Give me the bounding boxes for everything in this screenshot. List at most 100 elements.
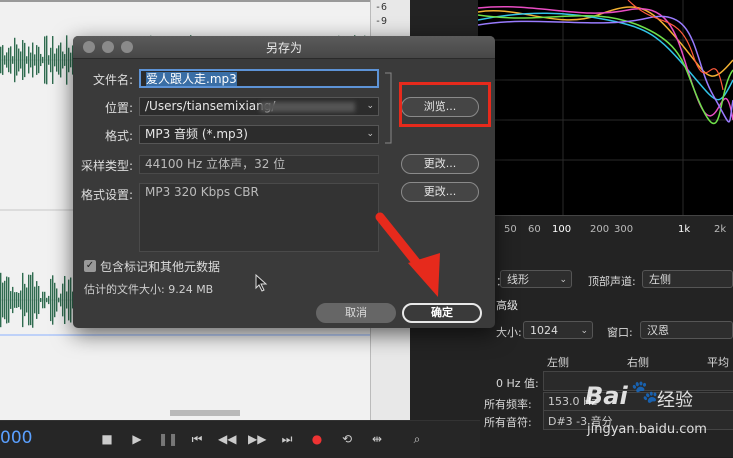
waveform-bar [22, 40, 24, 80]
waveform-bar [36, 281, 38, 319]
chevron-down-icon: ⌄ [366, 129, 374, 139]
record-icon[interactable]: ● [308, 430, 326, 448]
waveform-bar [24, 42, 26, 78]
frequency-axis: 40 50 60 100 200 300 1k 2k [478, 215, 733, 242]
waveform-bar [14, 37, 16, 83]
freq-label: 300 [614, 224, 634, 235]
zero-hz-label: 0 Hz 值: [496, 377, 539, 390]
waveform-bar [20, 51, 22, 69]
waveform-bar [36, 45, 38, 75]
shape-value: 线形 [507, 273, 529, 286]
waveform-bar [48, 295, 50, 305]
waveform-bar [14, 292, 16, 308]
red-arrow-annotation [375, 212, 440, 297]
filename-label: 文件名: [92, 73, 133, 87]
waveform-bar [24, 283, 26, 317]
ok-button[interactable]: 确定 [402, 303, 482, 323]
format-select[interactable]: MP3 音频 (*.mp3) ⌄ [139, 125, 379, 144]
change-sample-type-button[interactable]: 更改... [401, 154, 479, 174]
shape-select[interactable]: 线形 ⌄ [500, 270, 572, 288]
waveform-bar [70, 277, 72, 323]
zoom-icon[interactable]: ⌕ [408, 430, 426, 448]
waveform-bar [66, 291, 68, 309]
transport-bar: 000 ■ ▶ ❚❚ ⏮ ◀◀ ▶▶ ⏭ ● ⟲ ⇹ ⌕ [0, 420, 480, 458]
waveform-bar [8, 277, 10, 323]
rewind-icon[interactable]: ◀◀ [218, 430, 236, 448]
column-left: 左侧 [547, 356, 569, 369]
time-display: 000 [0, 428, 33, 448]
freq-label: 50 [504, 224, 517, 235]
skip-to-end-icon[interactable]: ⏭ [278, 430, 296, 448]
waveform-bar [28, 46, 30, 74]
ruler-label: -6 [375, 2, 388, 13]
baidu-watermark: Bai 🐾 经验 jingyan.baidu.com [585, 378, 733, 457]
change-format-settings-button[interactable]: 更改... [401, 182, 479, 202]
watermark-url: jingyan.baidu.com [587, 422, 707, 437]
size-select[interactable]: 1024 ⌄ [523, 321, 593, 339]
waveform-bar [60, 293, 62, 307]
format-settings-value: MP3 320 Kbps CBR [145, 185, 259, 199]
sample-type-label: 采样类型: [80, 159, 133, 173]
chevron-down-icon: ⌄ [580, 326, 588, 336]
waveform-bar [66, 35, 68, 85]
include-markers-label[interactable]: 包含标记和其他元数据 [100, 258, 220, 275]
waveform-bar [62, 51, 64, 69]
frequency-graph [478, 0, 733, 215]
fast-forward-icon[interactable]: ▶▶ [248, 430, 266, 448]
play-icon[interactable]: ▶ [128, 430, 146, 448]
advanced-label[interactable]: 高级 [496, 297, 518, 313]
ruler-label: -9 [375, 16, 388, 27]
chevron-down-icon: ⌄ [559, 275, 567, 285]
filename-input[interactable]: 爱人跟人走.mp3 [139, 69, 379, 88]
waveform-bar [52, 36, 54, 84]
skip-to-start-icon[interactable]: ⏮ [188, 430, 206, 448]
size-value: 1024 [530, 324, 558, 337]
include-markers-checkbox[interactable]: ✓ [84, 260, 96, 272]
waveform-bar [28, 274, 30, 326]
waveform-bar [64, 275, 66, 325]
window-label: 窗口: [607, 326, 633, 339]
all-notes-label: 所有音符: [484, 416, 532, 429]
skip-selection-icon[interactable]: ⇹ [368, 430, 386, 448]
waveform-bar [60, 42, 62, 78]
waveform-bar [42, 56, 44, 64]
waveform-bar [22, 272, 24, 328]
blurred-path [260, 102, 355, 112]
waveform-bar [38, 46, 40, 74]
waveform-bar [56, 288, 58, 312]
waveform-bar [54, 282, 56, 318]
browse-highlight-box [399, 82, 491, 127]
loop-icon[interactable]: ⟲ [338, 430, 356, 448]
waveform-bar [8, 47, 10, 73]
sample-type-field: 44100 Hz 立体声，32 位 [139, 155, 379, 174]
waveform-bar [0, 46, 2, 74]
waveform-bar [26, 56, 28, 64]
waveform-bar [68, 47, 70, 73]
waveform-bar [2, 45, 4, 75]
bracket-connector [385, 72, 392, 144]
waveform-bar [48, 55, 50, 65]
window-select[interactable]: 汉恩 [640, 321, 733, 339]
pause-icon[interactable]: ❚❚ [158, 430, 178, 448]
all-frequencies-label: 所有频率: [484, 398, 532, 411]
location-select[interactable]: /Users/tiansemixiang/ ⌄ [139, 97, 379, 116]
waveform-bar [2, 282, 4, 318]
top-channel-select[interactable]: 左侧 [642, 270, 733, 288]
format-settings-field: MP3 320 Kbps CBR [139, 183, 379, 252]
stop-icon[interactable]: ■ [98, 430, 116, 448]
waveform-bar [68, 279, 70, 321]
waveform-bar [34, 54, 36, 66]
paw-icon: 🐾 [631, 380, 659, 405]
waveform-bar [18, 292, 20, 308]
waveform-bar [44, 291, 46, 309]
waveform-bar [16, 44, 18, 76]
filename-value: 爱人跟人走.mp3 [146, 72, 237, 86]
waveform-bar [58, 297, 60, 303]
waveform-bar [70, 52, 72, 68]
waveform-bar [40, 297, 42, 303]
waveform-bar [64, 54, 66, 66]
estimated-size: 估计的文件大小: 9.24 MB [84, 283, 214, 296]
waveform-bar [42, 291, 44, 309]
waveform-bar [50, 278, 52, 322]
cancel-button[interactable]: 取消 [316, 303, 396, 323]
